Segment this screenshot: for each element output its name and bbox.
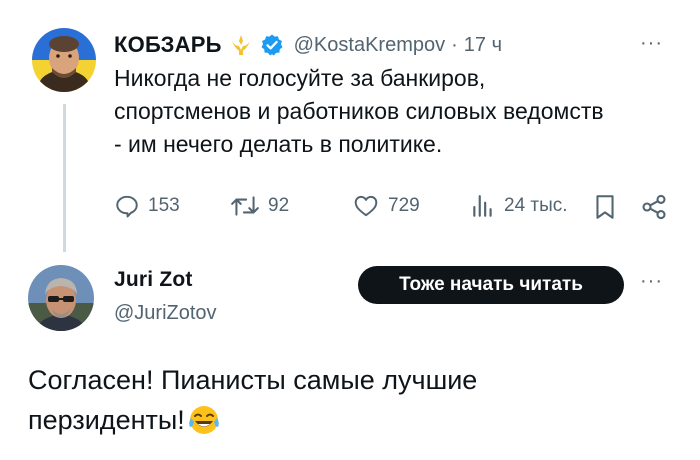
avatar-photo-image bbox=[28, 265, 94, 331]
avatar-portrait-image bbox=[32, 28, 96, 92]
more-options-button[interactable]: ··· bbox=[640, 32, 663, 55]
follow-button[interactable]: Тоже начать читать bbox=[358, 266, 624, 304]
tweet1-text-line: Никогда не голосуйте за банкиров, bbox=[114, 65, 486, 91]
tweet2-text-line: перзиденты! bbox=[28, 405, 185, 435]
tweet1-text-line: - им нечего делать в политике. bbox=[114, 131, 443, 157]
timestamp[interactable]: 17 ч bbox=[464, 34, 502, 57]
tweet2-text: Согласен! Пианисты самые лучшие перзиден… bbox=[28, 360, 668, 440]
retweet-count: 92 bbox=[268, 195, 290, 216]
handle[interactable]: @JuriZotov bbox=[114, 302, 217, 325]
views-button[interactable]: 24 тыс. bbox=[470, 193, 568, 219]
views-chart-icon bbox=[473, 195, 492, 217]
verified-badge-icon bbox=[260, 33, 284, 57]
display-name[interactable]: КОБЗАРЬ bbox=[114, 32, 222, 58]
tweet1-text-line: спортсменов и работников силовых ведомст… bbox=[114, 98, 604, 124]
tweet2-text-line: Согласен! Пианисты самые лучшие bbox=[28, 365, 478, 395]
reply-icon bbox=[116, 195, 138, 218]
reply-button[interactable]: 153 bbox=[114, 193, 180, 219]
bookmark-button[interactable] bbox=[592, 193, 618, 226]
avatar-juri-zot[interactable] bbox=[28, 265, 94, 331]
like-count: 729 bbox=[388, 195, 420, 216]
affiliate-badge-icon bbox=[228, 32, 254, 58]
separator-dot: · bbox=[451, 33, 458, 56]
like-button[interactable]: 729 bbox=[352, 193, 420, 219]
handle[interactable]: @KostaKrempov bbox=[294, 34, 445, 57]
bookmark-icon bbox=[596, 195, 614, 219]
tears-of-joy-emoji-icon bbox=[187, 403, 221, 437]
thread-connector-line bbox=[63, 104, 66, 252]
tweet2-text-line-wrap: перзиденты! bbox=[28, 400, 668, 440]
share-button[interactable] bbox=[640, 193, 668, 226]
heart-icon bbox=[354, 195, 378, 217]
retweet-button[interactable]: 92 bbox=[230, 193, 289, 219]
share-icon bbox=[642, 194, 666, 220]
more-options-button[interactable]: ··· bbox=[640, 270, 663, 293]
retweet-icon bbox=[231, 196, 259, 216]
avatar-kobzar[interactable] bbox=[32, 28, 96, 92]
tweet1-header: КОБЗАРЬ @KostaKrempov · 17 ч bbox=[114, 30, 502, 60]
tweet1-text: Никогда не голосуйте за банкиров, спортс… bbox=[114, 62, 684, 161]
display-name[interactable]: Juri Zot bbox=[114, 268, 193, 292]
reply-count: 153 bbox=[148, 195, 180, 216]
views-count: 24 тыс. bbox=[504, 195, 568, 216]
